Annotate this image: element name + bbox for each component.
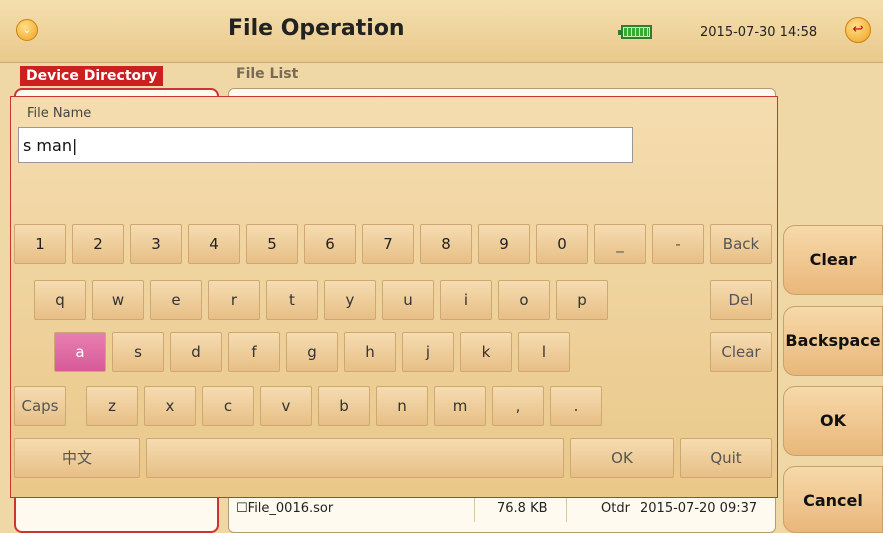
key-l[interactable]: l [518,332,570,372]
key-p[interactable]: p [556,280,608,320]
key-d[interactable]: d [170,332,222,372]
key-clear[interactable]: Clear [710,332,772,372]
key-quit[interactable]: Quit [680,438,772,478]
key-underscore[interactable]: _ [594,224,646,264]
key-k[interactable]: k [460,332,512,372]
page-title: File Operation [228,16,405,41]
file-name-label: File Name [27,106,92,121]
key-hyphen[interactable]: - [652,224,704,264]
key-o[interactable]: o [498,280,550,320]
key-comma[interactable]: , [492,386,544,426]
key-chinese[interactable]: 中文 [14,438,140,478]
file-type: Otdr [601,501,630,516]
key-x[interactable]: x [144,386,196,426]
key-s[interactable]: s [112,332,164,372]
key-ok[interactable]: OK [570,438,674,478]
tab-file-list[interactable]: File List [236,66,298,82]
backspace-button[interactable]: Backspace [783,306,883,376]
key-h[interactable]: h [344,332,396,372]
key-3[interactable]: 3 [130,224,182,264]
cancel-button[interactable]: Cancel [783,466,883,533]
clear-button[interactable]: Clear [783,225,883,295]
top-bar: ⌄ File Operation 2015-07-30 14:58 ↩ [0,0,883,63]
key-z[interactable]: z [86,386,138,426]
key-u[interactable]: u [382,280,434,320]
chevron-down-circle-icon[interactable]: ⌄ [16,19,38,41]
key-f[interactable]: f [228,332,280,372]
battery-icon [618,25,652,39]
file-name: ☐File_0016.sor [236,501,334,516]
key-del[interactable]: Del [710,280,772,320]
key-y[interactable]: y [324,280,376,320]
exit-icon[interactable]: ↩ [845,17,871,43]
key-v[interactable]: v [260,386,312,426]
key-8[interactable]: 8 [420,224,472,264]
key-a[interactable]: a [54,332,106,372]
key-space[interactable] [146,438,564,478]
key-5[interactable]: 5 [246,224,298,264]
key-4[interactable]: 4 [188,224,240,264]
file-date: 2015-07-20 09:37 [640,501,758,516]
file-size: 76.8 KB [497,501,548,516]
ok-button[interactable]: OK [783,386,883,456]
key-c[interactable]: c [202,386,254,426]
table-row[interactable]: ☐File_0016.sor 76.8 KB Otdr 2015-07-20 0… [232,498,772,522]
file-name-input[interactable] [18,127,633,163]
key-1[interactable]: 1 [14,224,66,264]
key-caps[interactable]: Caps [14,386,66,426]
key-t[interactable]: t [266,280,318,320]
key-7[interactable]: 7 [362,224,414,264]
key-r[interactable]: r [208,280,260,320]
key-back[interactable]: Back [710,224,772,264]
key-9[interactable]: 9 [478,224,530,264]
key-e[interactable]: e [150,280,202,320]
datetime: 2015-07-30 14:58 [700,25,818,40]
key-n[interactable]: n [376,386,428,426]
key-j[interactable]: j [402,332,454,372]
key-period[interactable]: . [550,386,602,426]
key-q[interactable]: q [34,280,86,320]
key-0[interactable]: 0 [536,224,588,264]
key-m[interactable]: m [434,386,486,426]
key-6[interactable]: 6 [304,224,356,264]
tab-device-directory[interactable]: Device Directory [20,66,164,86]
key-g[interactable]: g [286,332,338,372]
key-i[interactable]: i [440,280,492,320]
key-b[interactable]: b [318,386,370,426]
key-w[interactable]: w [92,280,144,320]
key-2[interactable]: 2 [72,224,124,264]
